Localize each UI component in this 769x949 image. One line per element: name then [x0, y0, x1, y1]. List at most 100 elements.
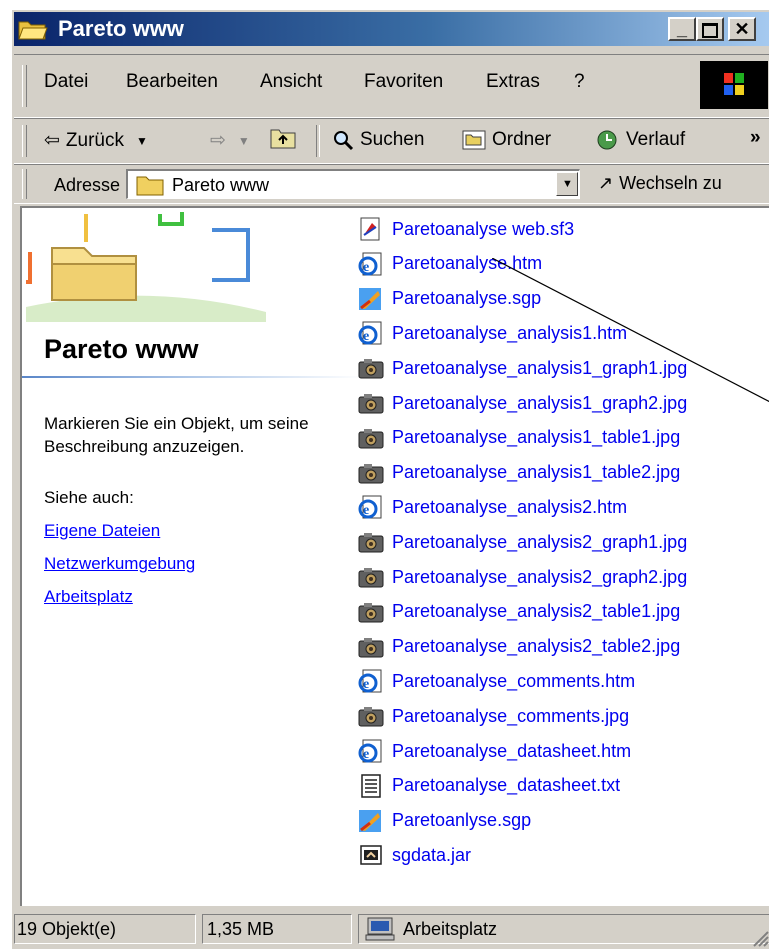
- menu-grip[interactable]: [22, 65, 27, 107]
- back-button[interactable]: ⇦ Zurück ▼: [44, 129, 148, 152]
- menu-extras[interactable]: Extras: [486, 71, 540, 93]
- jpg-image-icon: [358, 530, 384, 554]
- file-name: Paretoanalyse_datasheet.htm: [392, 740, 632, 761]
- file-item[interactable]: Paretoanalyse_analysis1_graph2.jpg: [358, 388, 687, 418]
- maximize-button[interactable]: [696, 17, 724, 41]
- file-item[interactable]: Paretoanalyse_comments.jpg: [358, 701, 629, 731]
- file-name: Paretoanalyse_datasheet.txt: [392, 775, 621, 796]
- jar-file-icon: [358, 843, 384, 867]
- history-button[interactable]: Verlauf: [594, 129, 685, 151]
- text-file-icon: [358, 774, 384, 798]
- status-object-count: 19 Objekt(e): [14, 914, 196, 944]
- jpg-image-icon: [358, 356, 384, 380]
- file-item[interactable]: Paretoanalyse_analysis2_table1.jpg: [358, 597, 680, 627]
- minimize-button[interactable]: _: [668, 17, 696, 41]
- computer-icon: [365, 917, 395, 941]
- toolbar-separator: [316, 125, 320, 157]
- up-folder-button[interactable]: [270, 127, 296, 149]
- file-item[interactable]: e Paretoanalyse_datasheet.htm: [358, 736, 631, 766]
- toolbar-grip[interactable]: [22, 125, 27, 157]
- file-item[interactable]: e Paretoanalyse.htm: [358, 249, 542, 279]
- address-value: Pareto www: [172, 175, 270, 195]
- file-name: Paretoanalyse_analysis1_table1.jpg: [392, 427, 681, 448]
- file-item[interactable]: e Paretoanalyse_comments.htm: [358, 666, 635, 696]
- forward-dropdown-icon[interactable]: ▼: [238, 134, 250, 148]
- file-item[interactable]: Paretoanalyse_analysis2_graph1.jpg: [358, 527, 687, 557]
- search-button[interactable]: Suchen: [332, 129, 424, 151]
- folders-button[interactable]: Ordner: [462, 129, 551, 151]
- up-folder-icon: [270, 129, 296, 149]
- jpg-image-icon: [358, 635, 384, 659]
- go-arrow-icon: ↗: [598, 173, 614, 193]
- file-item[interactable]: Paretoanalyse.sgp: [358, 284, 541, 314]
- link-netzwerkumgebung[interactable]: Netzwerkumgebung: [44, 554, 195, 574]
- svg-text:e: e: [363, 260, 369, 275]
- status-zone: Arbeitsplatz: [358, 914, 769, 944]
- svg-text:e: e: [363, 329, 369, 344]
- status-size: 1,35 MB: [202, 914, 352, 944]
- file-item[interactable]: e Paretoanalyse_analysis2.htm: [358, 492, 627, 522]
- menu-ansicht[interactable]: Ansicht: [260, 71, 322, 93]
- file-name: Paretoanalyse.sgp: [392, 288, 542, 309]
- menu-bearbeiten[interactable]: Bearbeiten: [126, 71, 218, 93]
- status-zone-label: Arbeitsplatz: [403, 919, 498, 939]
- menu-datei[interactable]: Datei: [44, 71, 88, 93]
- jpg-image-icon: [358, 704, 384, 728]
- file-name: sgdata.jar: [392, 844, 472, 865]
- go-label: Wechseln zu: [619, 173, 722, 193]
- file-name: Paretoanalyse_analysis1_graph1.jpg: [392, 357, 688, 378]
- file-name: Paretoanalyse_analysis2_table1.jpg: [392, 601, 681, 622]
- sidebar-divider: [22, 376, 362, 378]
- close-button[interactable]: ✕: [728, 17, 756, 41]
- file-item[interactable]: Paretoanalyse_analysis1_table2.jpg: [358, 458, 680, 488]
- file-item[interactable]: Paretoanalyse web.sf3: [358, 214, 574, 244]
- sidebar-title: Pareto www: [44, 334, 199, 364]
- forward-button[interactable]: ⇨ ▼: [210, 129, 250, 152]
- file-name: Paretoanalyse_comments.jpg: [392, 705, 630, 726]
- maximize-icon: [702, 23, 718, 38]
- link-eigene-dateien[interactable]: Eigene Dateien: [44, 521, 160, 541]
- search-label: Suchen: [360, 129, 425, 150]
- address-input[interactable]: Pareto www ▼: [126, 169, 580, 199]
- close-icon: ✕: [734, 19, 750, 39]
- file-item[interactable]: Paretoanalyse_analysis1_graph1.jpg: [358, 353, 687, 383]
- ie-document-icon: e: [358, 321, 384, 345]
- sidebar-description: Markieren Sie ein Objekt, um seine Besch…: [44, 414, 309, 456]
- jpg-image-icon: [358, 565, 384, 589]
- file-name: Paretoanalyse_analysis2.htm: [392, 496, 628, 517]
- menu-help[interactable]: ?: [574, 71, 585, 93]
- file-item[interactable]: Paretoanalyse_analysis1_table1.jpg: [358, 423, 680, 453]
- file-name: Paretoanalyse_analysis2_graph2.jpg: [392, 566, 688, 587]
- file-item[interactable]: Paretoanalyse_analysis2_graph2.jpg: [358, 562, 687, 592]
- file-item[interactable]: Paretoanalyse_analysis2_table2.jpg: [358, 632, 680, 662]
- menu-bar: Datei Bearbeiten Ansicht Favoriten Extra…: [14, 54, 769, 118]
- back-dropdown-icon[interactable]: ▼: [136, 134, 148, 148]
- file-item[interactable]: e Paretoanalyse_analysis1.htm: [358, 318, 627, 348]
- folder-icon: [136, 176, 164, 196]
- toolbar-more-chevron[interactable]: »: [750, 127, 761, 149]
- go-button[interactable]: ↗ Wechseln zu: [598, 173, 722, 194]
- address-dropdown-button[interactable]: ▼: [556, 172, 578, 196]
- address-bar: Adresse Pareto www ▼ ↗ Wechseln zu: [14, 164, 769, 204]
- jpg-image-icon: [358, 600, 384, 624]
- file-name: Paretoanalyse_analysis1_graph2.jpg: [392, 392, 688, 413]
- resize-grip-icon[interactable]: [751, 929, 769, 947]
- file-item[interactable]: Paretoanlyse.sgp: [358, 806, 531, 836]
- folders-icon: [462, 130, 486, 150]
- ie-document-icon: e: [358, 739, 384, 763]
- file-item[interactable]: sgdata.jar: [358, 840, 471, 870]
- jpg-image-icon: [358, 391, 384, 415]
- title-bar[interactable]: Pareto www _ ✕: [14, 12, 769, 46]
- window-title: Pareto www: [58, 16, 184, 41]
- ie-document-icon: e: [358, 669, 384, 693]
- menu-favoriten[interactable]: Favoriten: [364, 71, 443, 93]
- file-item[interactable]: Paretoanalyse_datasheet.txt: [358, 771, 620, 801]
- file-name: Paretoanlyse.sgp: [392, 810, 532, 831]
- see-also-label: Siehe auch:: [44, 488, 134, 507]
- address-label: Adresse: [54, 175, 121, 195]
- folder-open-icon: [18, 21, 48, 40]
- address-grip[interactable]: [22, 169, 27, 199]
- file-name: Paretoanalyse_analysis1.htm: [392, 322, 628, 343]
- link-arbeitsplatz[interactable]: Arbeitsplatz: [44, 587, 133, 607]
- explorer-window: Pareto www _ ✕ Datei Bearbeiten Ansicht …: [10, 8, 769, 949]
